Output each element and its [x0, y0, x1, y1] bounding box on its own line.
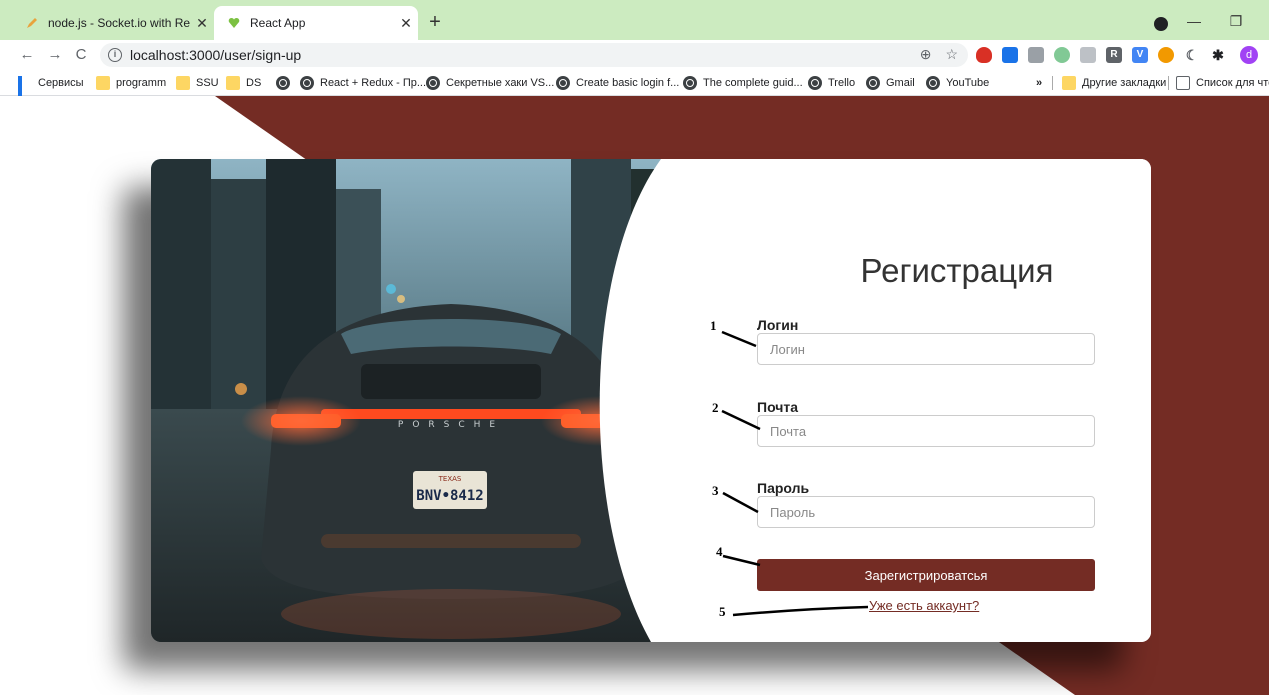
browser-tab-active[interactable]: React App ✕ — [214, 6, 418, 40]
c-extension-icon[interactable]: ☾ — [1184, 47, 1200, 63]
password-input[interactable] — [757, 496, 1095, 528]
restore-window-icon[interactable]: ❐ — [1222, 10, 1250, 32]
reload-icon[interactable]: C — [70, 44, 92, 66]
address-url: localhost:3000/user/sign-up — [130, 47, 302, 63]
signup-form: Регистрация Логин Почта Пароль Зарегистр… — [757, 159, 1151, 642]
bookmark-link[interactable]: YouTube — [926, 75, 989, 91]
folder-icon — [226, 76, 240, 90]
bookmark-link[interactable]: React + Redux - Пр... — [300, 75, 426, 91]
bookmark-link[interactable]: Секретные хаки VS... — [426, 75, 554, 91]
globe-icon — [866, 76, 880, 90]
zoom-icon[interactable]: ⊕ — [920, 46, 932, 63]
annotation-number-2: 2 — [712, 400, 719, 415]
tab-title: React App — [250, 16, 306, 30]
bookmarks-divider — [1168, 76, 1169, 90]
bookmark-link[interactable]: The complete guid... — [683, 75, 803, 91]
browser-tab-strip: node.js - Socket.io with React be ✕ Reac… — [0, 0, 1269, 40]
annotation-number-4: 4 — [716, 544, 723, 559]
diamond-extension-icon[interactable] — [1028, 47, 1044, 63]
browser-toolbar: ← → C i localhost:3000/user/sign-up ⊕ ☆ … — [0, 40, 1269, 70]
v-extension-icon[interactable]: V — [1132, 47, 1148, 63]
puzzle-extensions-icon[interactable]: ✱ — [1210, 47, 1226, 63]
browser-tab-inactive[interactable]: node.js - Socket.io with React be ✕ — [6, 6, 214, 40]
signup-card: PORSCHE TEXAS BNV•8412 Регистрация Логин… — [151, 159, 1151, 642]
flame-extension-icon[interactable] — [1158, 47, 1174, 63]
address-bar[interactable]: i localhost:3000/user/sign-up ⊕ ☆ — [100, 43, 968, 67]
close-tab-icon[interactable]: ✕ — [190, 15, 214, 32]
face-extension-icon[interactable] — [1054, 47, 1070, 63]
email-input[interactable] — [757, 415, 1095, 447]
password-label: Пароль — [757, 480, 810, 496]
bookmark-link[interactable]: Gmail — [866, 75, 915, 91]
page-title: Регистрация — [860, 252, 1054, 289]
signin-link[interactable]: Уже есть аккаунт? — [869, 598, 979, 613]
login-input[interactable] — [757, 333, 1095, 365]
globe-icon — [426, 76, 440, 90]
bookmark-star-icon[interactable]: ☆ — [945, 46, 958, 63]
email-label: Почта — [757, 399, 799, 415]
square-extension-icon[interactable] — [1080, 47, 1096, 63]
tab-title: node.js - Socket.io with React be — [48, 16, 190, 30]
globe-icon — [300, 76, 314, 90]
minimize-window-icon[interactable]: — — [1180, 10, 1208, 32]
folder-icon — [96, 76, 110, 90]
apps-icon — [18, 76, 32, 112]
folder-icon — [176, 76, 190, 90]
site-info-icon[interactable]: i — [108, 48, 122, 62]
back-arrow-icon[interactable]: ← — [16, 44, 38, 66]
globe-icon — [683, 76, 697, 90]
reading-list-button[interactable]: Список для чтен — [1176, 75, 1269, 91]
forward-arrow-icon[interactable]: → — [44, 44, 66, 66]
r-extension-icon[interactable]: R — [1106, 47, 1122, 63]
shield-extension-icon[interactable] — [976, 47, 992, 63]
avatar[interactable]: d — [1240, 46, 1258, 64]
heart-icon — [226, 15, 242, 31]
eyedropper-extension-icon[interactable] — [1002, 47, 1018, 63]
bookmarks-overflow-button[interactable]: » — [1036, 75, 1042, 91]
register-button[interactable]: Зарегистрироватсья — [757, 559, 1095, 591]
bookmark-folder[interactable]: programm — [96, 75, 166, 91]
globe-icon — [808, 76, 822, 90]
bookmark-link[interactable] — [276, 75, 296, 91]
annotation-number-5: 5 — [719, 604, 726, 619]
annotation-number-3: 3 — [712, 483, 719, 498]
annotation-number-1: 1 — [710, 318, 717, 333]
incognito-profile-icon[interactable] — [1154, 17, 1168, 31]
bookmark-folder[interactable]: DS — [226, 75, 261, 91]
new-tab-button[interactable]: + — [424, 12, 446, 34]
globe-icon — [926, 76, 940, 90]
bookmark-other-folder[interactable]: Другие закладки — [1062, 75, 1166, 91]
page-viewport: PORSCHE TEXAS BNV•8412 Регистрация Логин… — [0, 96, 1269, 695]
reading-list-icon — [1176, 76, 1190, 90]
close-tab-icon[interactable]: ✕ — [394, 15, 418, 32]
bookmarks-divider — [1052, 76, 1053, 90]
bookmark-link[interactable]: Create basic login f... — [556, 75, 679, 91]
bookmark-link[interactable]: Trello — [808, 75, 855, 91]
globe-icon — [276, 76, 290, 90]
pencil-icon — [24, 15, 40, 31]
login-label: Логин — [757, 317, 799, 333]
bookmark-apps[interactable]: Сервисы — [18, 75, 84, 112]
bookmark-folder[interactable]: SSU — [176, 75, 219, 91]
globe-icon — [556, 76, 570, 90]
bookmarks-bar: Сервисы programm SSU DS React + Redux - … — [0, 70, 1269, 112]
folder-icon — [1062, 76, 1076, 90]
